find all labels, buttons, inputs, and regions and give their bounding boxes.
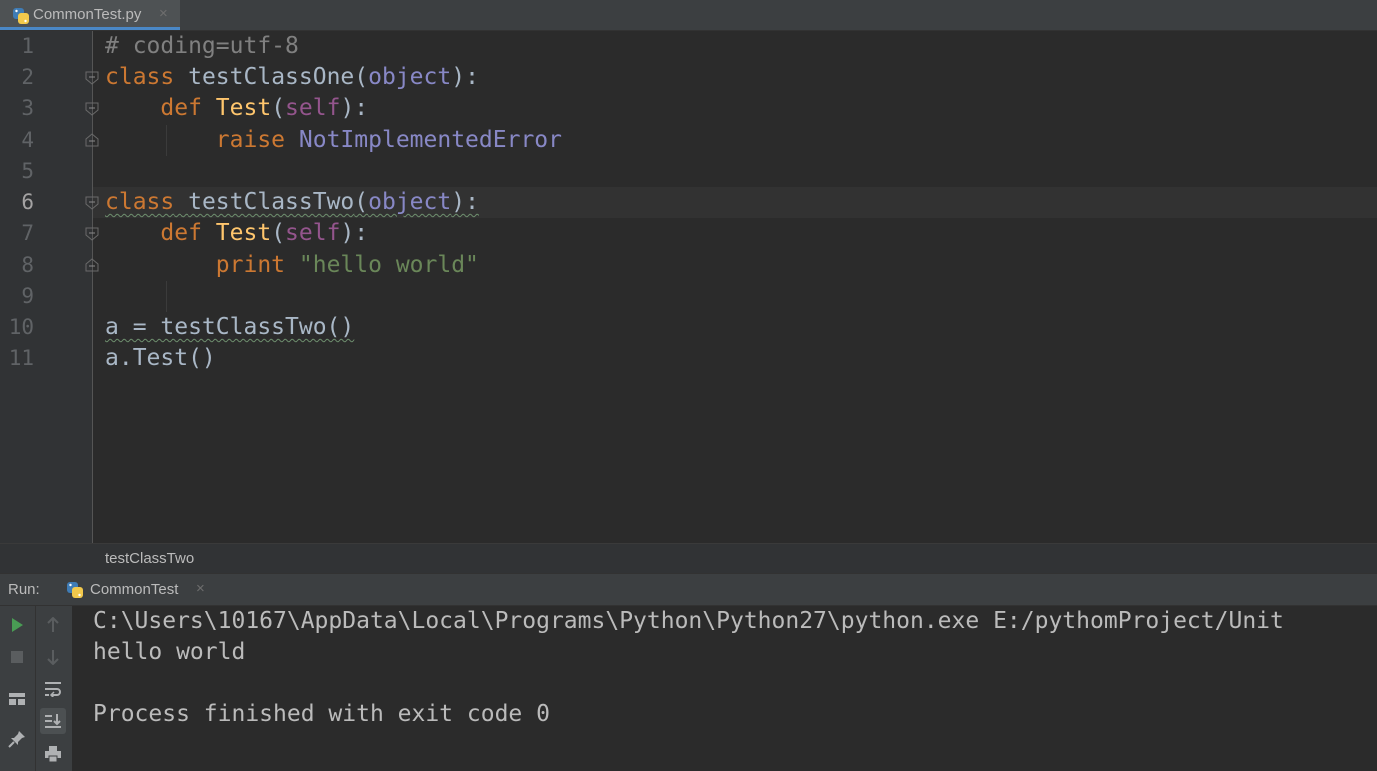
code-line-3: def Test(self): xyxy=(105,93,368,124)
keyword-token: def xyxy=(160,220,202,246)
self-token: self xyxy=(285,220,341,246)
keyword-token: def xyxy=(160,95,202,121)
line-number: 2 xyxy=(21,65,34,89)
warning-squiggle: a = testClassTwo() xyxy=(105,314,355,340)
run-panel-header: Run: CommonTest × xyxy=(0,573,1377,606)
function-name-token: Test xyxy=(215,95,272,121)
console-line-command: C:\Users\10167\AppData\Local\Programs\Py… xyxy=(93,608,1284,634)
fold-open-icon[interactable] xyxy=(84,226,100,242)
builtin-token: NotImplementedError xyxy=(298,127,562,153)
comment-token: # coding=utf-8 xyxy=(105,33,299,59)
keyword-token: class xyxy=(105,64,175,90)
code-line-2: class testClassOne(object): xyxy=(105,62,479,93)
code-line-11: a.Test() xyxy=(105,343,216,374)
string-token: "hello world" xyxy=(298,252,479,278)
run-tab-commontest[interactable]: CommonTest × xyxy=(62,574,212,606)
run-toolbar xyxy=(0,606,72,771)
code-line-4: raise NotImplementedError xyxy=(105,125,562,156)
run-label: Run: xyxy=(8,581,40,598)
paren-token: ( xyxy=(271,95,286,121)
soft-wrap-icon[interactable] xyxy=(41,677,65,701)
line-number: 10 xyxy=(8,315,34,339)
code-line-7: def Test(self): xyxy=(105,218,368,249)
keyword-token: print xyxy=(215,252,286,278)
class-name-token: testClassOne xyxy=(188,64,355,90)
fold-end-icon[interactable] xyxy=(84,132,100,148)
line-number: 5 xyxy=(21,159,34,183)
breadcrumb: testClassTwo xyxy=(0,543,1377,573)
code-line-1: # coding=utf-8 xyxy=(105,31,299,62)
console-line-exit-status: Process finished with exit code 0 xyxy=(93,701,550,727)
fold-end-icon[interactable] xyxy=(84,257,100,273)
self-token: self xyxy=(285,95,341,121)
close-icon[interactable]: × xyxy=(196,580,205,598)
python-run-config-icon xyxy=(67,582,83,598)
line-number: 8 xyxy=(21,253,34,277)
print-icon[interactable] xyxy=(41,742,65,766)
code-editor[interactable]: 1 2 3 4 5 6 7 8 9 10 11 # coding=utf-8 c… xyxy=(0,31,1377,543)
code-line-10: a = testClassTwo() xyxy=(105,312,354,343)
layout-icon[interactable] xyxy=(5,687,29,711)
function-name-token: Test xyxy=(215,220,272,246)
paren-token: ): xyxy=(451,64,479,90)
run-icon[interactable] xyxy=(5,613,29,637)
breadcrumb-item[interactable]: testClassTwo xyxy=(105,550,194,568)
class-name-token: testClassTwo xyxy=(188,189,355,215)
active-tab-indicator xyxy=(0,27,180,30)
paren-token: ): xyxy=(340,95,369,121)
line-number-active: 6 xyxy=(21,190,34,214)
fold-open-icon[interactable] xyxy=(84,195,100,211)
down-arrow-icon[interactable] xyxy=(41,645,65,669)
keyword-token: raise xyxy=(215,127,286,153)
line-number: 1 xyxy=(21,34,34,58)
line-number: 9 xyxy=(21,284,34,308)
tab-close-icon[interactable]: × xyxy=(159,5,168,23)
run-console-output[interactable]: C:\Users\10167\AppData\Local\Programs\Py… xyxy=(72,606,1377,771)
editor-tab-commontest[interactable]: CommonTest.py × xyxy=(0,0,180,30)
line-number: 7 xyxy=(21,221,34,245)
run-tab-label: CommonTest xyxy=(90,581,179,598)
keyword-token: class xyxy=(105,189,175,215)
python-file-icon xyxy=(13,8,29,24)
scroll-to-end-icon[interactable] xyxy=(40,708,66,734)
line-number: 3 xyxy=(21,96,34,120)
stop-icon[interactable] xyxy=(5,645,29,669)
builtin-token: object xyxy=(368,189,452,215)
paren-token: ): xyxy=(451,189,479,215)
indent-guide xyxy=(166,281,167,312)
code-line-6: class testClassTwo(object): xyxy=(105,187,479,218)
paren-token: ( xyxy=(271,220,286,246)
line-number: 11 xyxy=(8,346,34,370)
paren-token: ( xyxy=(354,64,369,90)
tab-label: CommonTest.py xyxy=(33,6,142,23)
builtin-token: object xyxy=(368,64,452,90)
editor-tab-bar: CommonTest.py × xyxy=(0,0,1377,31)
line-number: 4 xyxy=(21,128,34,152)
paren-token: ( xyxy=(354,189,369,215)
paren-token: ): xyxy=(340,220,369,246)
pin-icon[interactable] xyxy=(5,727,29,751)
up-arrow-icon[interactable] xyxy=(41,613,65,637)
fold-open-icon[interactable] xyxy=(84,101,100,117)
console-line-output: hello world xyxy=(93,639,246,665)
fold-open-icon[interactable] xyxy=(84,70,100,86)
warning-squiggle: class testClassTwo(object): xyxy=(105,189,479,215)
code-text: a.Test() xyxy=(105,345,216,371)
code-line-8: print "hello world" xyxy=(105,250,479,281)
